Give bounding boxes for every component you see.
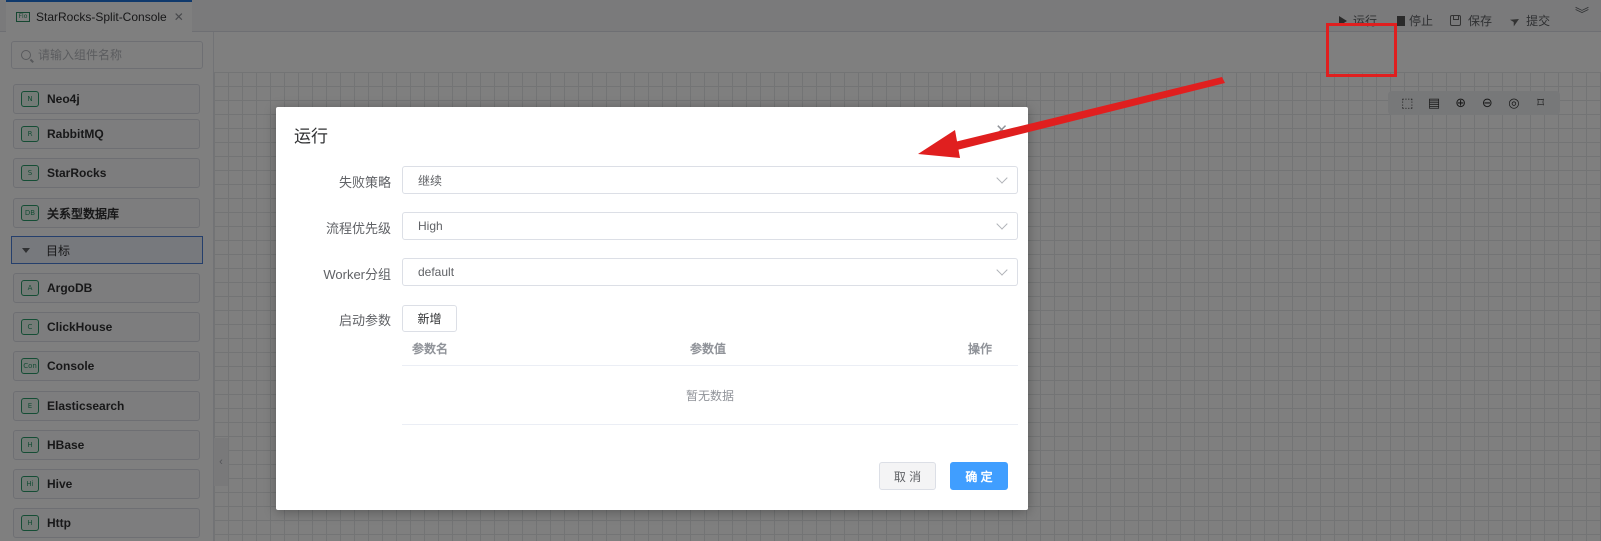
- empty-text: 暂无数据: [685, 389, 734, 403]
- fail-strategy-select[interactable]: 继续: [402, 166, 1018, 194]
- confirm-button[interactable]: 确 定: [950, 462, 1008, 490]
- worker-group-select[interactable]: default: [402, 258, 1018, 286]
- close-icon[interactable]: ✕: [995, 121, 1008, 139]
- fail-strategy-value: 继续: [418, 173, 443, 188]
- priority-select[interactable]: High: [402, 212, 1018, 240]
- column-header-param-name: 参数名: [412, 342, 449, 356]
- startup-params-label: 启动参数: [338, 313, 391, 328]
- chevron-down-icon: [996, 218, 1008, 230]
- fail-strategy-label: 失败策略: [338, 175, 391, 190]
- table-header-divider: [402, 365, 1018, 366]
- params-table: 参数名 参数值 操作 暂无数据: [402, 336, 1018, 425]
- annotation-highlight-box: [1326, 23, 1397, 77]
- chevron-down-icon: [996, 264, 1008, 276]
- priority-value: High: [418, 219, 443, 233]
- column-header-param-value: 参数值: [690, 342, 727, 356]
- add-param-button[interactable]: 新增: [402, 305, 457, 332]
- column-header-actions: 操作: [968, 342, 993, 356]
- worker-group-value: default: [418, 265, 455, 279]
- chevron-down-icon: [996, 172, 1008, 184]
- dialog-title: 运行: [294, 127, 328, 146]
- worker-group-label: Worker分组: [323, 267, 391, 282]
- run-dialog: 运行 ✕ 失败策略 继续 流程优先级 High Worker分组 default…: [276, 107, 1028, 510]
- cancel-button[interactable]: 取 消: [879, 462, 936, 490]
- priority-label: 流程优先级: [325, 221, 391, 236]
